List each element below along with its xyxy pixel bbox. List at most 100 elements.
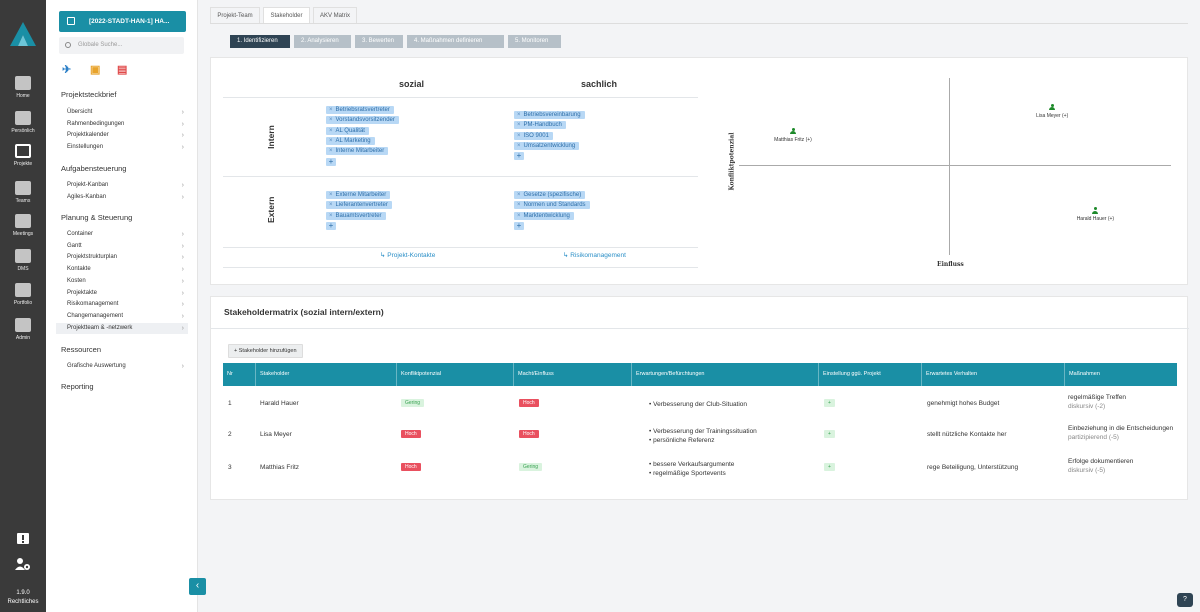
table-row[interactable] — [223, 454, 1177, 455]
tab-projekt-team[interactable]: Projekt-Team — [210, 7, 260, 24]
nav-item-label: Agiles-Kanban — [67, 193, 107, 200]
table-row[interactable] — [223, 390, 1177, 391]
remove-chip-icon[interactable]: × — [517, 133, 521, 139]
table-header-cell[interactable]: Konfliktpotenzial — [396, 363, 513, 386]
nav-item[interactable]: Grafische Auswertung › — [56, 361, 188, 372]
intern-sozial-chip[interactable]: × Betriebsratsvertreter — [326, 106, 394, 114]
nav-item[interactable]: Übersicht › — [56, 107, 188, 118]
intern-sachlich-chip[interactable]: × Umsatzentwicklung — [514, 141, 580, 150]
nav-item[interactable]: Gantt › — [56, 241, 188, 252]
tab-akv-matrix[interactable]: AKV Matrix — [313, 7, 357, 24]
nav-item[interactable]: Agiles-Kanban › — [56, 192, 188, 203]
nav-item[interactable]: Projektkalender › — [56, 130, 188, 141]
app-logo[interactable] — [8, 20, 38, 48]
rail-item-persnlich[interactable]: Persönlich — [0, 111, 46, 134]
nav-item-label: Einstellungen — [67, 144, 104, 151]
table-header-cell[interactable]: Erwartungen/Befürchtungen — [631, 363, 818, 386]
notification-icon[interactable] — [0, 533, 46, 549]
step-bewerten[interactable]: 3. Bewerten — [355, 35, 403, 48]
table-header-cell[interactable]: Einstellung ggü. Projekt — [818, 363, 921, 386]
rail-item-meetings[interactable]: Meetings — [0, 214, 46, 237]
extern-sozial-chip[interactable]: × Externe Mitarbeiter — [326, 191, 391, 199]
nav-item[interactable]: Projektteam & -netzwerk › — [56, 322, 188, 334]
nav-item[interactable]: Einstellungen › — [56, 142, 188, 153]
intern-sozial-chip[interactable]: × AL Qualität — [326, 126, 369, 135]
step-monitoren[interactable]: 5. Monitoren — [508, 35, 561, 48]
table-header-cell[interactable]: Nr — [223, 363, 255, 386]
remove-chip-icon[interactable]: × — [329, 138, 333, 144]
user-settings-icon[interactable] — [0, 557, 46, 573]
intern-sachlich-add-button[interactable]: + — [514, 152, 524, 161]
legal-link[interactable]: Rechtliches — [0, 599, 46, 605]
briefcase-icon[interactable]: ▣ — [90, 63, 100, 76]
rail-item-admin[interactable]: Admin — [0, 318, 46, 341]
remove-chip-icon[interactable]: × — [329, 192, 333, 198]
global-search-input[interactable]: Globale Suche... — [59, 37, 184, 54]
nav-item[interactable]: Kosten › — [56, 276, 188, 287]
extern-sachlich-add-button[interactable]: + — [514, 221, 524, 230]
remove-chip-icon[interactable]: × — [517, 192, 521, 198]
intern-sachlich-chip[interactable]: × ISO 9001 — [514, 131, 553, 140]
step-identifizieren[interactable]: 1. Identifizieren — [230, 35, 290, 48]
remove-chip-icon[interactable]: × — [329, 107, 333, 113]
remove-chip-icon[interactable]: × — [517, 143, 521, 149]
erwartung-text: bessere Verkaufsargumente — [653, 460, 735, 468]
intern-sozial-chip[interactable]: × Vorstandsvorsitzender — [326, 116, 399, 125]
nav-item[interactable]: Risikomanagement › — [56, 299, 188, 310]
step-massnahmen[interactable]: 4. Maßnahmen definieren — [407, 35, 504, 48]
rail-item-projekte[interactable]: Projekte — [0, 144, 46, 167]
intern-sozial-chip[interactable]: × AL Marketing — [326, 136, 375, 145]
nav-item[interactable]: Projektakte › — [56, 288, 188, 299]
step-analysieren[interactable]: 2. Analysieren — [294, 35, 351, 48]
extern-sachlich-chip[interactable]: × Normen und Standards — [514, 201, 590, 210]
remove-chip-icon[interactable]: × — [329, 148, 333, 154]
remove-chip-icon[interactable]: × — [329, 213, 333, 219]
rail-item-dms[interactable]: DMS — [0, 249, 46, 272]
nav-item[interactable]: Projektstrukturplan › — [56, 252, 188, 263]
remove-chip-icon[interactable]: × — [329, 202, 333, 208]
project-selector-button[interactable]: [2022-STADT-HAN-1] HA... — [59, 11, 186, 32]
link-projekt-kontakte[interactable]: ↳ Projekt-Kontakte — [380, 251, 435, 259]
tab-stakeholder[interactable]: Stakeholder — [263, 7, 310, 24]
rail-item-home[interactable]: Home — [0, 76, 46, 99]
remove-chip-icon[interactable]: × — [517, 112, 521, 118]
table-header-cell[interactable]: Maßnahmen — [1064, 363, 1177, 386]
add-stakeholder-button[interactable]: + Stakeholder hinzufügen — [228, 344, 303, 358]
chart-point[interactable]: Matthias Fritz (+) — [763, 127, 823, 143]
meetings-icon — [15, 214, 31, 228]
nav-item[interactable]: Container › — [56, 229, 188, 240]
remove-chip-icon[interactable]: × — [329, 128, 333, 134]
extern-sachlich-chip[interactable]: × Gesetze (spezifische) — [514, 191, 586, 199]
remove-chip-icon[interactable]: × — [329, 117, 333, 123]
table-header-cell[interactable]: Erwartetes Verhalten — [921, 363, 1064, 386]
intern-sozial-chip[interactable]: × Interne Mitarbeiter — [326, 147, 389, 156]
nav-item[interactable]: Changemanagement › — [56, 311, 188, 322]
table-header-cell[interactable]: Macht/Einfluss — [513, 363, 631, 386]
intern-sachlich-chip[interactable]: × Betriebsvereinbarung — [514, 111, 585, 119]
link-risikomanagement[interactable]: ↳ Risikomanagement — [563, 251, 626, 259]
remove-chip-icon[interactable]: × — [517, 122, 521, 128]
table-row[interactable] — [223, 421, 1177, 422]
link-risikomanagement-label: Risikomanagement — [570, 252, 626, 259]
extern-sozial-add-button[interactable]: + — [326, 221, 336, 230]
remove-chip-icon[interactable]: × — [517, 202, 521, 208]
table-header-cell[interactable]: Stakeholder — [255, 363, 396, 386]
row-verhalten: genehmigt hohes Budget — [927, 400, 1000, 407]
nav-item[interactable]: Projekt-Kanban › — [56, 180, 188, 191]
intern-sachlich-chip[interactable]: × PM-Handbuch — [514, 121, 566, 130]
nav-item[interactable]: Kontakte › — [56, 264, 188, 275]
extern-sozial-chip[interactable]: × Lieferantenvertreter — [326, 201, 392, 210]
chart-point[interactable]: Harald Hauer (+) — [1065, 207, 1125, 222]
rail-item-teams[interactable]: Teams — [0, 181, 46, 204]
nav-item-label: Container — [67, 231, 94, 237]
extern-sozial-chip[interactable]: × Bauamtsvertreter — [326, 211, 386, 220]
nav-item[interactable]: Rahmenbedingungen › — [56, 119, 188, 130]
chart-point[interactable]: Lisa Meyer (+) — [1022, 103, 1082, 119]
intern-sozial-add-button[interactable]: + — [326, 157, 336, 166]
rail-item-portfolio[interactable]: Portfolio — [0, 283, 46, 306]
plane-icon[interactable]: ✈ — [62, 63, 71, 76]
extern-sachlich-chip[interactable]: × Marktentwicklung — [514, 211, 574, 220]
help-button[interactable]: ? — [1177, 593, 1193, 607]
pdf-icon[interactable]: ▤ — [117, 63, 127, 76]
remove-chip-icon[interactable]: × — [517, 213, 521, 219]
